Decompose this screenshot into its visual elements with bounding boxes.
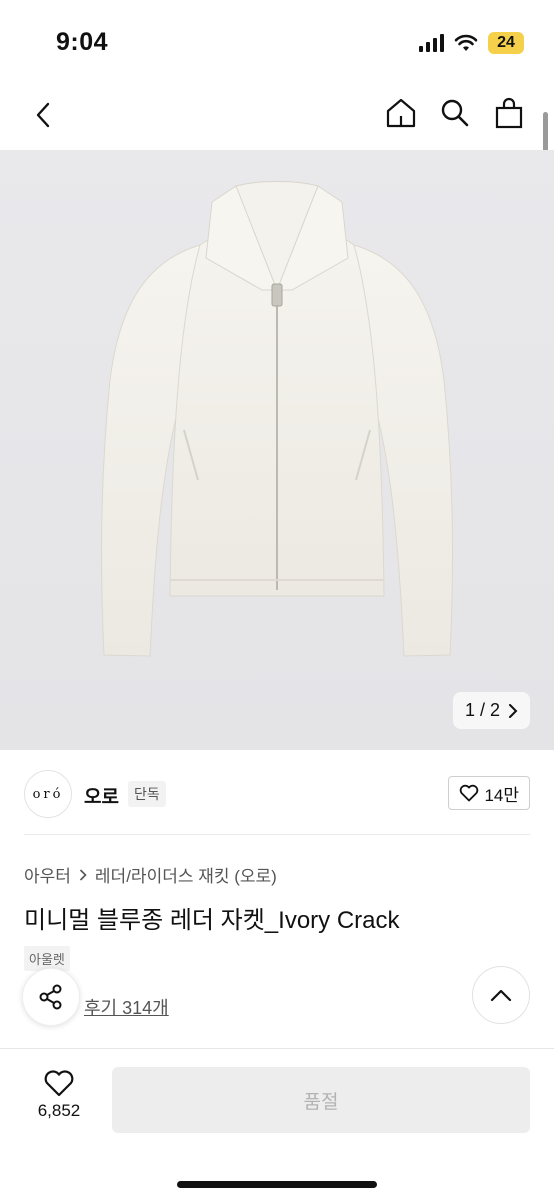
product-jacket-image (101, 181, 453, 657)
chevron-up-icon (490, 989, 512, 1002)
home-indicator (177, 1181, 377, 1188)
scroll-top-button[interactable] (472, 966, 530, 1024)
wishlist-count: 6,852 (37, 1101, 81, 1120)
heart-icon (460, 784, 479, 802)
nav-actions (384, 96, 526, 130)
chevron-right-icon (509, 703, 518, 718)
share-button[interactable] (22, 968, 80, 1026)
breadcrumb-item[interactable]: 아우터 (24, 862, 71, 887)
bottom-purchase-bar: 6,852 품절 (0, 1048, 554, 1200)
cart-button[interactable] (492, 96, 526, 130)
product-title: 미니멀 블루종 레더 자켓_Ivory Crack (24, 907, 400, 934)
breadcrumb-item[interactable]: 레더/라이더스 재킷 (오로) (95, 862, 277, 887)
status-right: 24 (419, 32, 524, 54)
brand-like-count: 14만 (484, 785, 519, 805)
search-button[interactable] (438, 96, 472, 130)
wishlist-button[interactable]: 6,852 (30, 1069, 88, 1121)
search-icon (441, 99, 469, 127)
heart-icon (44, 1070, 74, 1097)
image-pager[interactable]: 1 / 2 (452, 692, 530, 729)
home-icon (386, 98, 416, 128)
signal-icon (419, 34, 444, 52)
top-nav (0, 86, 554, 150)
breadcrumb: 아우터 레더/라이더스 재킷 (오로) (24, 862, 277, 887)
back-button[interactable] (26, 98, 60, 132)
chevron-right-icon (79, 868, 87, 881)
shopping-bag-icon (495, 97, 523, 129)
brand-like-button[interactable]: 14만 (448, 776, 530, 810)
home-button[interactable] (384, 96, 418, 130)
brand-row: oró 오로 단독 14만 (24, 766, 530, 820)
product-image-carousel[interactable]: 1 / 2 (0, 150, 554, 750)
brand-name[interactable]: 오로 (84, 782, 119, 809)
status-time: 9:04 (56, 28, 109, 56)
exclusive-badge: 단독 (128, 781, 166, 807)
pager-text: 1 / 2 (464, 700, 500, 720)
share-icon (39, 984, 62, 1010)
divider (24, 834, 530, 835)
brand-logo[interactable]: oró (24, 770, 72, 818)
status-bar: 9:04 24 (0, 0, 554, 86)
review-link[interactable]: 후기 314개 (84, 994, 169, 1020)
battery-indicator: 24 (488, 32, 524, 54)
wifi-icon (454, 34, 478, 51)
chevron-left-icon (36, 102, 50, 128)
sold-out-button[interactable]: 품절 (112, 1067, 530, 1133)
